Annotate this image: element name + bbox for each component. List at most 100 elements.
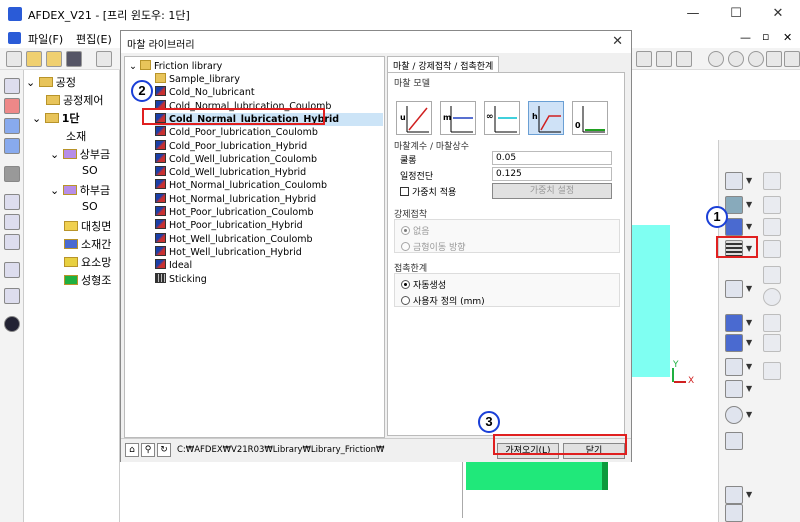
tree-item-inter-material[interactable]: 소재간 [64,236,111,252]
chevron-down-icon[interactable]: ▼ [746,176,752,185]
force-tool-icon[interactable] [725,406,743,424]
die-upper-icon[interactable] [725,196,743,214]
pan-icon[interactable] [766,51,782,67]
library-item[interactable]: Cold_Poor_lubrication_Hybrid [155,139,383,153]
library-item[interactable]: Cold_No_lubricant [155,86,383,99]
open-folder-icon[interactable] [26,51,42,67]
checkbox-box[interactable] [400,187,409,196]
model-shear-button[interactable]: m [440,101,476,135]
library-root[interactable]: ⌄ Friction library [129,60,222,73]
object-list-icon[interactable] [4,262,20,278]
library-item[interactable]: Sample_library [155,73,383,86]
tree-item-process-control[interactable]: 공정제어 [46,92,103,108]
library-item[interactable]: Hot_Well_lubrication_Hybrid [155,245,383,259]
tree-item-symmetry[interactable]: 대칭면 [64,218,111,234]
tree-item-material[interactable]: 소재 [66,128,86,144]
chevron-down-icon[interactable]: ▼ [746,384,752,393]
tree-item-process[interactable]: ⌄ 공정 [26,74,76,90]
tree-item-lower-die[interactable]: ⌄ 하부금 [50,182,110,198]
app-menu-icon[interactable] [8,32,21,44]
zoom-window-icon[interactable] [748,51,764,67]
contact-limit-auto-radio[interactable]: 자동생성 [401,278,446,291]
minimize-button[interactable]: — [683,4,703,24]
preview-icon[interactable] [4,166,20,182]
chevron-down-icon[interactable]: ▼ [746,318,752,327]
menu-file[interactable]: 파일(F) [28,31,63,47]
view-box-icon[interactable] [636,51,652,67]
chevron-down-icon[interactable]: ▼ [746,222,752,231]
inner-minimize-button[interactable]: — [740,31,751,44]
model-infinite-button[interactable]: ∞ [484,101,520,135]
monitor-icon[interactable] [4,138,20,154]
layout-icon[interactable] [4,194,20,210]
close-button[interactable]: ✕ [768,4,788,24]
tree-item-mesh[interactable]: 요소망 [64,254,111,270]
inner-close-button[interactable]: ✕ [783,31,792,44]
new-file-icon[interactable] [6,51,22,67]
zoom-in-icon[interactable] [728,51,744,67]
library-item[interactable]: Hot_Well_lubrication_Coulomb [155,232,383,246]
library-item[interactable]: Hot_Normal_lubrication_Hybrid [155,192,383,206]
chevron-down-icon[interactable]: ▼ [746,410,752,419]
library-item[interactable]: Hot_Poor_lubrication_Hybrid [155,219,383,232]
heat-tool-icon[interactable] [725,358,743,376]
material-icon[interactable] [725,172,743,190]
library-item[interactable]: Cold_Poor_lubrication_Coulomb [155,126,383,139]
chevron-down-icon[interactable]: ▼ [746,338,752,347]
weight-settings-button[interactable]: 가중치 설정 [492,183,612,199]
remesh-tool-icon[interactable] [725,334,743,352]
radio-dot[interactable] [401,280,410,289]
maximize-button[interactable]: ☐ [726,4,746,24]
shear-input[interactable]: 0.125 [492,167,612,181]
hierarchy-icon[interactable] [4,214,20,230]
view-box3-icon[interactable] [676,51,692,67]
display-icon[interactable] [4,118,20,134]
forced-contact-none-radio[interactable]: 없음 [401,224,430,237]
open-recent-icon[interactable] [46,51,62,67]
zoom-fit-icon[interactable] [708,51,724,67]
menu-edit[interactable]: 편집(E) [76,31,112,47]
library-item[interactable]: Sticking [155,272,383,286]
check-icon[interactable] [4,316,20,332]
model-hybrid-button[interactable]: h [528,101,564,135]
forced-contact-velocity-radio[interactable]: 금형이동 방향 [401,240,466,253]
process-tree-icon[interactable] [4,78,20,94]
radio-dot[interactable] [401,242,410,251]
library-item[interactable]: Hot_Normal_lubrication_Coulomb [155,179,383,192]
cube-outline-icon[interactable] [4,234,20,250]
tab-friction-contact[interactable]: 마찰 / 강제접착 / 접촉한계 [387,56,500,72]
coulomb-input[interactable]: 0.05 [492,151,612,165]
die-lower-icon[interactable] [725,218,743,236]
home-icon[interactable]: ⌂ [125,443,139,457]
search-icon[interactable]: ⚲ [141,443,155,457]
process-edit-icon[interactable] [4,98,20,114]
undo-icon[interactable] [96,51,112,67]
tree-item-upper-solid[interactable]: SO [82,164,98,177]
tree-item-lower-solid[interactable]: SO [82,200,98,213]
weight-tool-icon[interactable] [725,380,743,398]
weight-checkbox[interactable]: 가중치 적용 [400,185,456,198]
view-box2-icon[interactable] [656,51,672,67]
tree-item-forming-condition[interactable]: 성형조 [64,272,111,288]
tool-path-icon[interactable] [4,288,20,304]
tree-item-upper-die[interactable]: ⌄ 상부금 [50,146,110,162]
rotate-icon[interactable] [784,51,800,67]
library-item[interactable]: Cold_Well_lubrication_Hybrid [155,166,383,179]
refresh-icon[interactable]: ↻ [157,443,171,457]
chevron-down-icon[interactable]: ▼ [746,200,752,209]
save-icon[interactable] [66,51,82,67]
tool-10-icon[interactable] [725,486,743,504]
inner-restore-button[interactable]: ▫ [762,30,769,43]
graphics-viewport[interactable]: Y X [462,70,718,522]
tree-item-stage-1[interactable]: ⌄ 1단 [32,110,80,126]
mesh-tool-icon[interactable] [725,314,743,332]
tool-11-icon[interactable] [725,504,743,522]
radio-dot[interactable] [401,296,410,305]
contact-limit-user-radio[interactable]: 사용자 정의 (mm) [401,294,485,307]
model-coulomb-button[interactable]: u [396,101,432,135]
contact-tool-icon[interactable] [725,280,743,298]
model-zero-button[interactable]: 0 [572,101,608,135]
chevron-down-icon[interactable]: ▼ [746,362,752,371]
library-item[interactable]: Cold_Well_lubrication_Coulomb [155,152,383,166]
chevron-down-icon[interactable]: ▼ [746,490,752,499]
